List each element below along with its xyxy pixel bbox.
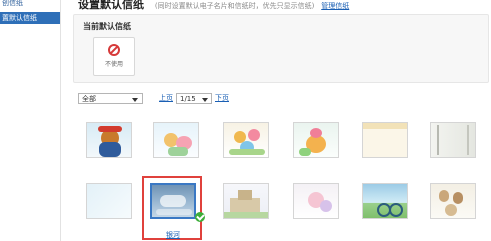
stationery-thumbnail[interactable] xyxy=(223,183,269,219)
stationery-thumbnail[interactable] xyxy=(153,122,199,158)
page-header: 设置默认信纸 (同时设置默认电子名片和信纸时，优先只显示信纸) 管理信纸 xyxy=(78,0,349,11)
no-stationery-option[interactable]: 不使用 xyxy=(93,37,135,76)
ban-icon xyxy=(108,44,120,56)
chevron-down-icon xyxy=(132,98,138,102)
stationery-thumbnail[interactable] xyxy=(293,183,339,219)
page-description: (同时设置默认电子名片和信纸时，优先只显示信纸) xyxy=(154,2,315,10)
stationery-thumbnail-selected[interactable] xyxy=(150,183,196,219)
page-select-value: 1/15 xyxy=(180,95,196,103)
stationery-thumbnail[interactable] xyxy=(293,122,339,158)
manage-stationery-link[interactable]: 管理信纸 xyxy=(321,2,349,10)
page-title: 设置默认信纸 xyxy=(78,0,144,11)
current-default-panel: 当前默认信纸 不使用 xyxy=(73,14,489,83)
sidebar-item-create-stationery[interactable]: 创信纸 xyxy=(0,0,60,9)
category-select[interactable]: 全部 xyxy=(78,93,143,104)
stationery-thumbnail[interactable] xyxy=(362,122,408,158)
pagination: 上页 1/15 下页 xyxy=(159,93,229,104)
prev-page-link[interactable]: 上页 xyxy=(159,94,173,102)
stationery-thumbnail[interactable] xyxy=(223,122,269,158)
selected-stationery-label[interactable]: 银河 xyxy=(166,230,180,240)
check-icon xyxy=(195,212,205,222)
sidebar: 创信纸 置默认信纸 xyxy=(0,0,61,241)
stationery-thumbnail[interactable] xyxy=(362,183,408,219)
page-select[interactable]: 1/15 xyxy=(176,93,212,104)
no-stationery-label: 不使用 xyxy=(104,61,123,68)
stationery-thumbnail[interactable] xyxy=(430,122,476,158)
category-select-value: 全部 xyxy=(82,95,96,103)
stationery-thumbnail[interactable] xyxy=(430,183,476,219)
stationery-thumbnail[interactable] xyxy=(86,183,132,219)
next-page-link[interactable]: 下页 xyxy=(215,94,229,102)
sidebar-item-default-stationery[interactable]: 置默认信纸 xyxy=(0,12,60,24)
current-default-label: 当前默认信纸 xyxy=(83,22,131,31)
chevron-down-icon xyxy=(202,98,208,102)
stationery-thumbnail[interactable] xyxy=(86,122,132,158)
